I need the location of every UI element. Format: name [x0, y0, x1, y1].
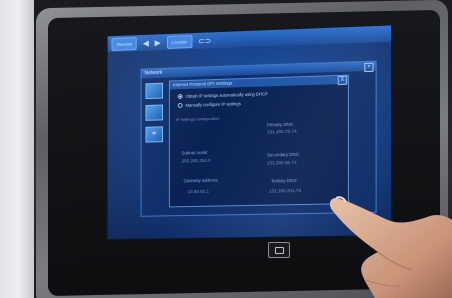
primary-dns-label: Primary DNS: [266, 121, 294, 128]
network-icon: ⌗ [152, 130, 157, 138]
sidebar: ⌗ [145, 82, 164, 202]
start-button[interactable]: Standard [111, 36, 137, 51]
subnet-mask-value[interactable]: 255.255.254.0 [182, 158, 211, 164]
home-icon [274, 246, 284, 254]
display-icon[interactable]: ⊂⊃ [198, 35, 211, 46]
tertiary-dns-value[interactable]: 131.200.201.74 [269, 188, 301, 194]
user-button[interactable]: ▯ Instelle [166, 34, 193, 49]
background-wall [0, 0, 34, 298]
secondary-dns-value[interactable]: 131.200.46.74 [267, 160, 297, 166]
home-button[interactable] [268, 242, 290, 258]
sidebar-item-1[interactable] [145, 82, 164, 100]
user-label: Instelle [174, 38, 188, 45]
user-icon: ▯ [171, 39, 174, 45]
gateway-value[interactable]: 10.90.92.1 [188, 189, 209, 194]
photo-scene: Standard ◀ ▶ ▯ Instelle ⊂⊃ Network × ⌗ I… [0, 0, 452, 298]
manual-label: Manually configure IP settings [185, 101, 241, 108]
dhcp-option[interactable]: Obtain IP settings automatically using D… [177, 90, 268, 100]
tertiary-dns-label: Tertiary DNS: [271, 177, 298, 184]
sidebar-item-2[interactable] [145, 104, 164, 121]
dialog-close-button[interactable]: X [337, 75, 347, 86]
pointing-hand [329, 196, 452, 298]
ip-settings-dialog: Internet Protocol (IP) Settings X Obtain… [168, 74, 349, 208]
sidebar-item-network[interactable]: ⌗ [145, 126, 164, 143]
manual-option[interactable]: Manually configure IP settings [177, 100, 241, 109]
subnet-mask-label: Subnet mask: [181, 149, 209, 156]
back-arrow-icon[interactable]: ◀ [143, 37, 149, 48]
primary-dns-value[interactable]: 131.200.78.74 [267, 129, 297, 135]
secondary-dns-label: Secondary DNS: [266, 151, 300, 158]
section-heading: IP Settings Configuration [175, 115, 220, 122]
dhcp-label: Obtain IP settings automatically using D… [185, 91, 268, 99]
manual-radio[interactable] [177, 102, 183, 109]
dialog-title: Internet Protocol (IP) Settings [169, 75, 348, 90]
forward-arrow-icon[interactable]: ▶ [155, 37, 161, 48]
dhcp-radio[interactable] [177, 94, 183, 100]
gateway-label: Gateway address: [183, 177, 219, 184]
window-close-button[interactable]: × [364, 62, 374, 73]
